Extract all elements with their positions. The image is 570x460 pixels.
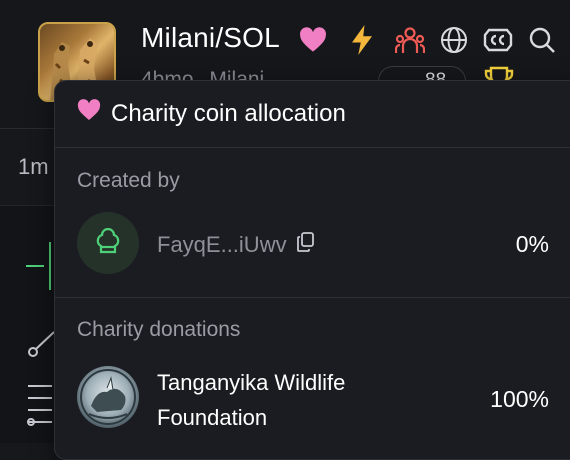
popover-divider [55, 147, 570, 148]
popover-title-text: Charity coin allocation [111, 99, 346, 127]
popover-title: Charity coin allocation [77, 99, 346, 128]
charity-name-line1: Tanganyika Wildlife [157, 370, 346, 395]
lightning-icon[interactable] [347, 25, 377, 55]
cc-icon[interactable] [483, 25, 513, 55]
charity-allocation-popover: Charity coin allocation Created by FayqE… [54, 80, 570, 460]
token-name: Milani/SOL [141, 22, 280, 53]
wildlife-foundation-logo [80, 369, 136, 425]
drawing-tools[interactable] [0, 206, 60, 443]
community-icon[interactable] [395, 25, 425, 55]
charity-donations-label: Charity donations [77, 318, 241, 341]
timeframe-selector[interactable]: 1m [18, 154, 49, 180]
charity-logo [77, 366, 139, 428]
creator-percent: 0% [515, 231, 549, 257]
created-by-label: Created by [77, 169, 180, 192]
globe-icon[interactable] [439, 25, 469, 55]
chart-tools-panel [0, 205, 60, 443]
charity-name-line2: Foundation [157, 405, 268, 430]
creator-avatar [77, 212, 139, 274]
creator-row: FayqE...iUwv [157, 232, 315, 258]
heart-icon [77, 99, 101, 128]
search-icon[interactable] [527, 25, 557, 55]
chef-hat-icon [96, 228, 120, 254]
creator-address[interactable]: FayqE...iUwv [157, 232, 287, 258]
charity-name[interactable]: Tanganyika Wildlife Foundation [157, 365, 417, 435]
heart-icon[interactable] [298, 25, 328, 55]
popover-divider [55, 297, 570, 298]
copy-icon[interactable] [296, 232, 315, 258]
charity-percent: 100% [490, 386, 549, 412]
